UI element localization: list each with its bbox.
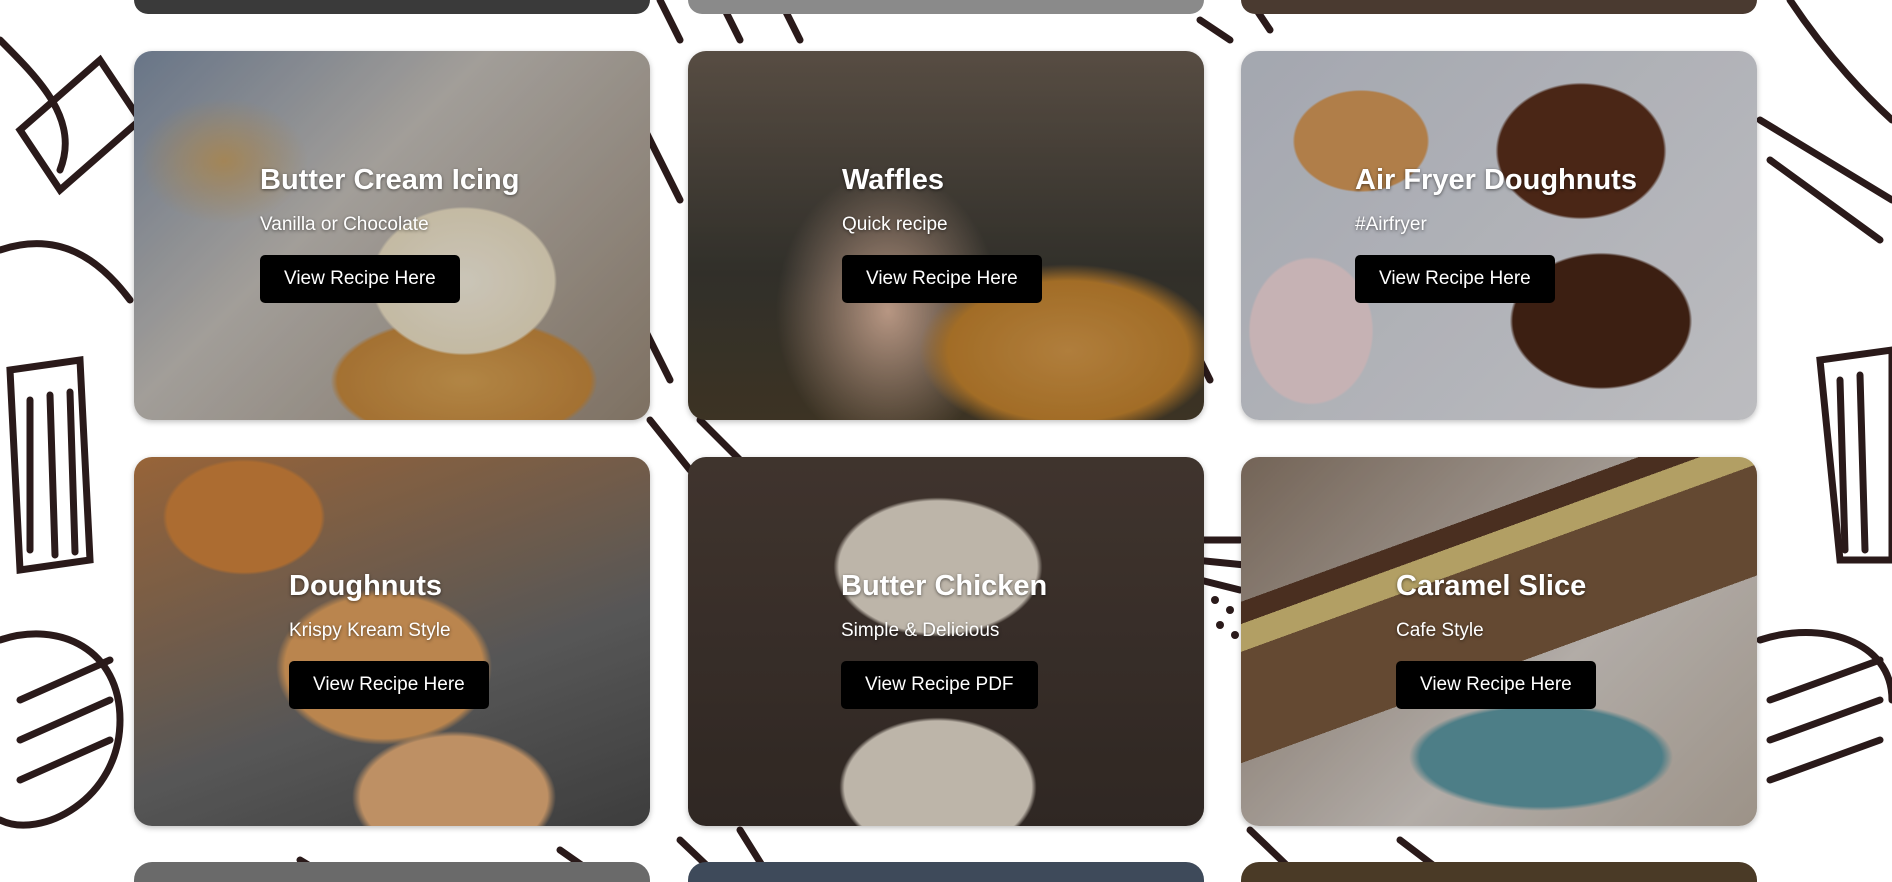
card-subtitle: Krispy Kream Style bbox=[289, 620, 451, 641]
card-peek-bottom-2 bbox=[688, 862, 1204, 882]
view-recipe-button[interactable]: View Recipe Here bbox=[1396, 661, 1596, 709]
view-recipe-pdf-button[interactable]: View Recipe PDF bbox=[841, 661, 1038, 709]
card-peek-top-3 bbox=[1241, 0, 1757, 14]
card-title: Caramel Slice bbox=[1396, 570, 1587, 602]
card-subtitle: #Airfryer bbox=[1355, 214, 1427, 235]
recipe-card-butter-chicken[interactable]: Butter Chicken Simple & Delicious View R… bbox=[688, 457, 1204, 826]
recipe-card-air-fryer-doughnuts[interactable]: Air Fryer Doughnuts #Airfryer View Recip… bbox=[1241, 51, 1757, 420]
view-recipe-button[interactable]: View Recipe Here bbox=[289, 661, 489, 709]
card-title: Butter Chicken bbox=[841, 570, 1048, 602]
view-recipe-button[interactable]: View Recipe Here bbox=[1355, 255, 1555, 303]
card-subtitle: Vanilla or Chocolate bbox=[260, 214, 429, 235]
card-peek-top-1 bbox=[134, 0, 650, 14]
card-title: Waffles bbox=[842, 164, 945, 196]
recipe-card-waffles[interactable]: Waffles Quick recipe View Recipe Here bbox=[688, 51, 1204, 420]
card-subtitle: Simple & Delicious bbox=[841, 620, 1000, 641]
card-title: Doughnuts bbox=[289, 570, 443, 602]
card-peek-top-2 bbox=[688, 0, 1204, 14]
card-peek-bottom-1 bbox=[134, 862, 650, 882]
card-subtitle: Quick recipe bbox=[842, 214, 948, 235]
recipe-card-butter-cream-icing[interactable]: Butter Cream Icing Vanilla or Chocolate … bbox=[134, 51, 650, 420]
recipe-card-caramel-slice[interactable]: Caramel Slice Cafe Style View Recipe Her… bbox=[1241, 457, 1757, 826]
card-peek-bottom-3 bbox=[1241, 862, 1757, 882]
view-recipe-button[interactable]: View Recipe Here bbox=[260, 255, 460, 303]
view-recipe-button[interactable]: View Recipe Here bbox=[842, 255, 1042, 303]
card-subtitle: Cafe Style bbox=[1396, 620, 1484, 641]
card-title: Air Fryer Doughnuts bbox=[1355, 164, 1637, 196]
card-title: Butter Cream Icing bbox=[260, 164, 520, 196]
recipe-card-doughnuts[interactable]: Doughnuts Krispy Kream Style View Recipe… bbox=[134, 457, 650, 826]
